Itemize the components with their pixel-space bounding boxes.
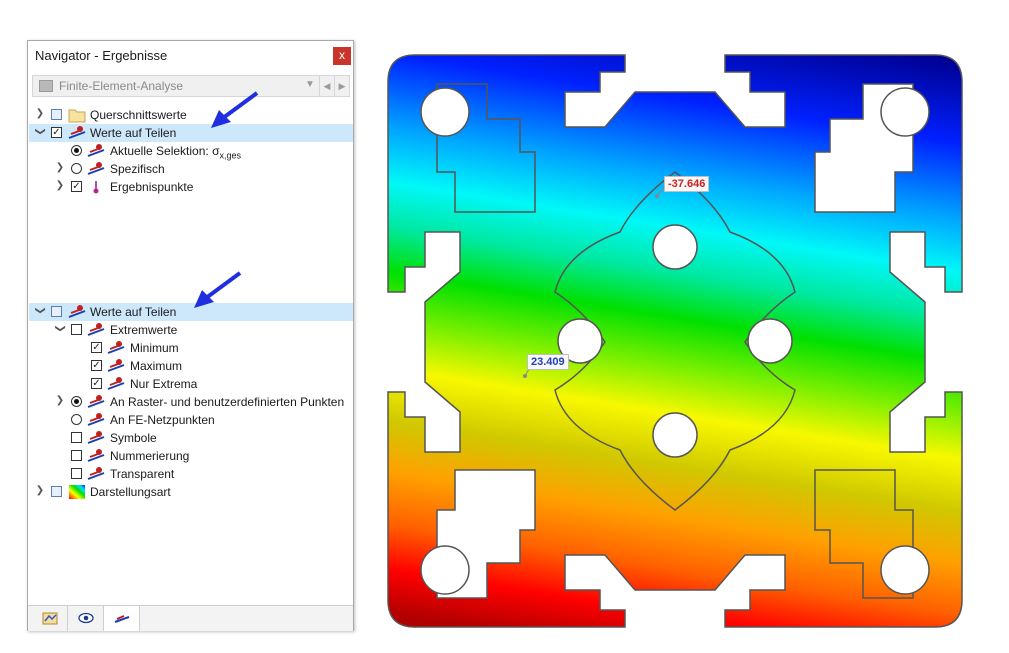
- tree-item-querschnittswerte[interactable]: ❯ Querschnittswerte: [29, 106, 353, 124]
- tree-item-nummerierung[interactable]: Nummerierung: [29, 447, 353, 465]
- dropdown-value: Finite-Element-Analyse: [59, 79, 184, 93]
- chevron-right-icon[interactable]: ❯: [55, 162, 65, 173]
- checkbox[interactable]: [71, 324, 82, 335]
- tree-label: An FE-Netzpunkten: [110, 413, 215, 427]
- radio[interactable]: [71, 163, 82, 174]
- result-values-icon: [87, 448, 105, 464]
- result-values-icon: [87, 161, 105, 177]
- tree-label: Werte auf Teilen: [90, 126, 177, 140]
- stress-contour-fill: [388, 55, 962, 627]
- checkbox-checked[interactable]: ✓: [71, 181, 82, 192]
- tree-item-aktuelle-selektion[interactable]: Aktuelle Selektion: σx,ges: [29, 142, 353, 160]
- tree-label: Aktuelle Selektion: σx,ges: [110, 144, 241, 161]
- tree-item-raster[interactable]: ❯ An Raster- und benutzerdefinierten Pun…: [29, 393, 353, 411]
- result-values-icon: [107, 376, 125, 392]
- previous-button[interactable]: ◀: [319, 76, 334, 96]
- result-values-icon: [87, 412, 105, 428]
- tree-label: Nummerierung: [110, 449, 190, 463]
- tab-data[interactable]: [32, 606, 68, 631]
- chevron-right-icon[interactable]: ❯: [55, 180, 65, 191]
- checkbox[interactable]: [51, 486, 62, 497]
- analysis-icon: [39, 80, 53, 92]
- chevron-down-icon[interactable]: ❯: [35, 306, 46, 316]
- next-button[interactable]: ▶: [334, 76, 349, 96]
- tree-label: Minimum: [130, 341, 179, 355]
- tree-item-transparent[interactable]: Transparent: [29, 465, 353, 483]
- tree-label: Werte auf Teilen: [90, 305, 177, 319]
- tree-label: Transparent: [110, 467, 175, 481]
- stress-plot[interactable]: [385, 52, 965, 630]
- result-values-icon: [68, 304, 86, 320]
- navigator-tabs: [28, 605, 353, 631]
- folder-icon: [68, 107, 86, 123]
- tab-view[interactable]: [68, 606, 104, 631]
- checkbox-checked[interactable]: ✓: [91, 360, 102, 371]
- result-values-icon: [87, 466, 105, 482]
- chevron-down-icon[interactable]: ❯: [55, 324, 66, 334]
- analysis-dropdown[interactable]: Finite-Element-Analyse ▼ ◀ ▶: [32, 75, 350, 97]
- checkbox-checked[interactable]: ✓: [91, 342, 102, 353]
- chevron-right-icon[interactable]: ❯: [35, 108, 45, 119]
- result-values-icon: [107, 358, 125, 374]
- tree-label: Ergebnispunkte: [110, 180, 194, 194]
- chevron-right-icon[interactable]: ❯: [55, 395, 65, 406]
- tree-item-ergebnispunkte[interactable]: ❯ ✓ Ergebnispunkte: [29, 178, 353, 196]
- checkbox[interactable]: [71, 468, 82, 479]
- tree-label: Darstellungsart: [90, 485, 171, 499]
- chevron-down-icon[interactable]: ❯: [35, 127, 46, 137]
- tree-item-darstellungsart[interactable]: ❯ Darstellungsart: [29, 483, 353, 501]
- tree-item-extremwerte[interactable]: ❯ Extremwerte: [29, 321, 353, 339]
- checkbox-checked[interactable]: ✓: [51, 127, 62, 138]
- tree-label: Extremwerte: [110, 323, 178, 337]
- tree-label: Spezifisch: [110, 162, 165, 176]
- tree-item-minimum[interactable]: ✓ Minimum: [29, 339, 353, 357]
- result-values-icon: [114, 611, 130, 625]
- title-bar: Navigator - Ergebnisse x: [28, 41, 353, 71]
- checkbox[interactable]: [71, 432, 82, 443]
- checkbox-checked[interactable]: ✓: [91, 378, 102, 389]
- result-values-icon: [87, 430, 105, 446]
- checkbox[interactable]: [71, 450, 82, 461]
- data-icon: [42, 611, 58, 625]
- result-values-icon: [87, 322, 105, 338]
- result-values-icon: [87, 143, 105, 159]
- chevron-right-icon[interactable]: ❯: [35, 485, 45, 496]
- tree-label: Symbole: [110, 431, 157, 445]
- max-value-label: 23.409: [527, 354, 569, 370]
- min-value-label: -37.646: [664, 176, 710, 192]
- result-point-icon: [87, 179, 105, 195]
- navigator-panel: Navigator - Ergebnisse x Finite-Element-…: [27, 40, 354, 631]
- tree-item-fe-netzpunkte[interactable]: An FE-Netzpunkten: [29, 411, 353, 429]
- chevron-down-icon[interactable]: ▼: [305, 79, 315, 90]
- tree-label: Maximum: [130, 359, 183, 373]
- eye-icon: [78, 611, 94, 625]
- checkbox[interactable]: [51, 306, 62, 317]
- tab-results[interactable]: [104, 606, 140, 631]
- max-point: [523, 374, 527, 378]
- close-button[interactable]: x: [333, 47, 351, 65]
- tree-item-maximum[interactable]: ✓ Maximum: [29, 357, 353, 375]
- tree-item-nur-extrema[interactable]: ✓ Nur Extrema: [29, 375, 353, 393]
- tree-item-spezifisch[interactable]: ❯ Spezifisch: [29, 160, 353, 178]
- result-values-icon: [107, 340, 125, 356]
- tree-label: An Raster- und benutzerdefinierten Punkt…: [110, 395, 345, 409]
- min-point: [655, 194, 659, 198]
- panel-title: Navigator - Ergebnisse: [35, 48, 168, 63]
- annotation-arrow-1: [211, 91, 259, 128]
- color-spectrum-icon: [68, 484, 86, 500]
- result-values-icon: [87, 394, 105, 410]
- tree-label: Nur Extrema: [130, 377, 198, 391]
- tree-label: Querschnittswerte: [90, 108, 187, 122]
- radio-selected[interactable]: [71, 145, 82, 156]
- tree-item-werte-auf-teilen[interactable]: ❯ ✓ Werte auf Teilen: [29, 124, 353, 142]
- annotation-arrow-2: [194, 271, 242, 308]
- checkbox[interactable]: [51, 109, 62, 120]
- radio[interactable]: [71, 414, 82, 425]
- radio-selected[interactable]: [71, 396, 82, 407]
- tree-item-symbole[interactable]: Symbole: [29, 429, 353, 447]
- result-values-icon: [68, 125, 86, 141]
